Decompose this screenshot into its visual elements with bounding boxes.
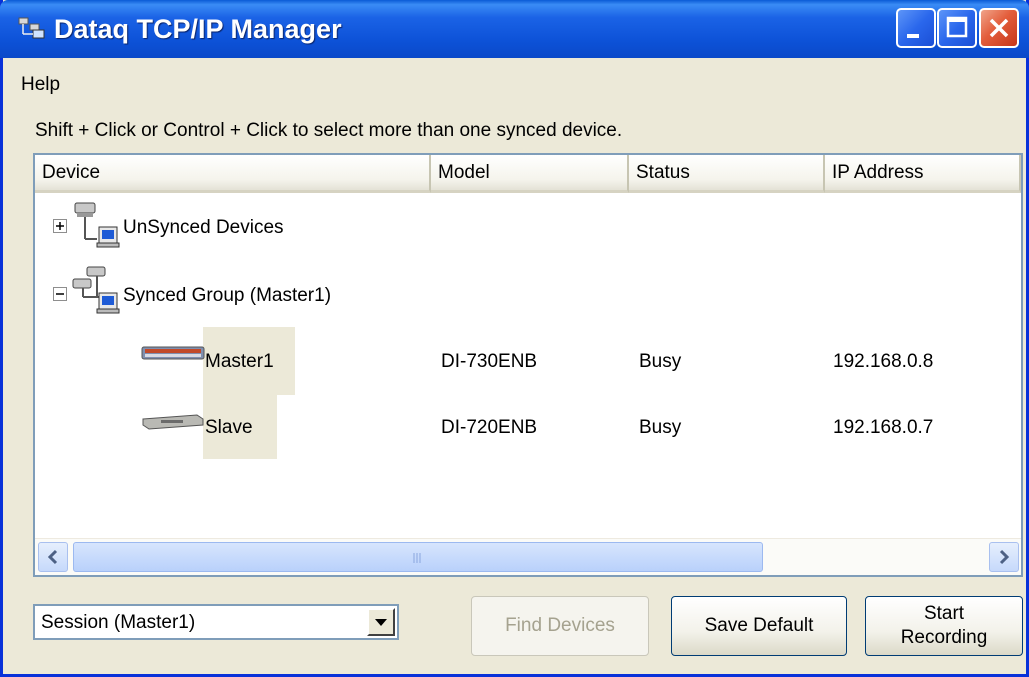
column-header-status[interactable]: Status	[629, 155, 825, 193]
device-ip-address: 192.168.0.7	[833, 417, 934, 438]
unsynced-network-icon	[74, 202, 120, 248]
find-devices-button[interactable]: Find Devices	[471, 596, 649, 656]
device-model: DI-720ENB	[441, 417, 538, 438]
chevron-left-icon	[47, 549, 58, 565]
scroll-thumb[interactable]	[73, 542, 763, 572]
menu-bar: Help	[3, 58, 1026, 110]
horizontal-scrollbar[interactable]	[35, 538, 1021, 575]
device-ip-address: 192.168.0.8	[833, 351, 934, 372]
close-icon	[989, 18, 1009, 38]
di730-device-icon	[141, 346, 205, 360]
selection-hint: Shift + Click or Control + Click to sele…	[35, 120, 623, 141]
device-name[interactable]: Master1	[205, 351, 274, 373]
collapse-icon[interactable]	[53, 287, 67, 301]
minimize-button[interactable]	[896, 8, 936, 48]
scroll-left-button[interactable]	[38, 542, 68, 572]
app-window: Dataq TCP/IP Manager Help Shift + Click …	[0, 0, 1029, 677]
minimize-icon	[907, 34, 919, 38]
expand-icon[interactable]	[53, 219, 67, 233]
start-recording-label-line2: Recording	[900, 627, 988, 648]
group-unsynced-label[interactable]: UnSynced Devices	[123, 217, 284, 239]
chevron-right-icon	[999, 549, 1010, 565]
chevron-down-icon	[375, 619, 387, 626]
window-title: Dataq TCP/IP Manager	[54, 14, 342, 44]
column-header-model[interactable]: Model	[431, 155, 629, 193]
device-status: Busy	[639, 417, 682, 438]
close-button[interactable]	[979, 8, 1019, 48]
device-status: Busy	[639, 351, 682, 372]
save-default-button[interactable]: Save Default	[671, 596, 847, 656]
column-header-device[interactable]: Device	[35, 155, 431, 193]
scroll-right-button[interactable]	[989, 542, 1019, 572]
device-list[interactable]: Device Model Status IP Address UnSynced …	[33, 153, 1023, 577]
start-recording-button[interactable]: Start Recording	[865, 596, 1023, 656]
device-name[interactable]: Slave	[205, 417, 253, 439]
group-synced-label[interactable]: Synced Group (Master1)	[123, 285, 331, 307]
maximize-icon	[946, 16, 968, 38]
network-app-icon	[18, 17, 45, 39]
menu-help[interactable]: Help	[21, 74, 60, 96]
synced-group-icon	[72, 266, 120, 314]
grip-icon	[413, 553, 421, 563]
di720-device-icon	[142, 414, 204, 430]
start-recording-label-line1: Start	[923, 603, 965, 624]
session-select-value: Session (Master1)	[41, 612, 196, 633]
column-header-ip-address[interactable]: IP Address	[825, 155, 1021, 193]
title-bar[interactable]: Dataq TCP/IP Manager	[0, 0, 1029, 58]
session-select[interactable]: Session (Master1)	[33, 604, 399, 640]
dropdown-button[interactable]	[367, 608, 395, 636]
maximize-button[interactable]	[937, 8, 977, 48]
device-model: DI-730ENB	[441, 351, 538, 372]
